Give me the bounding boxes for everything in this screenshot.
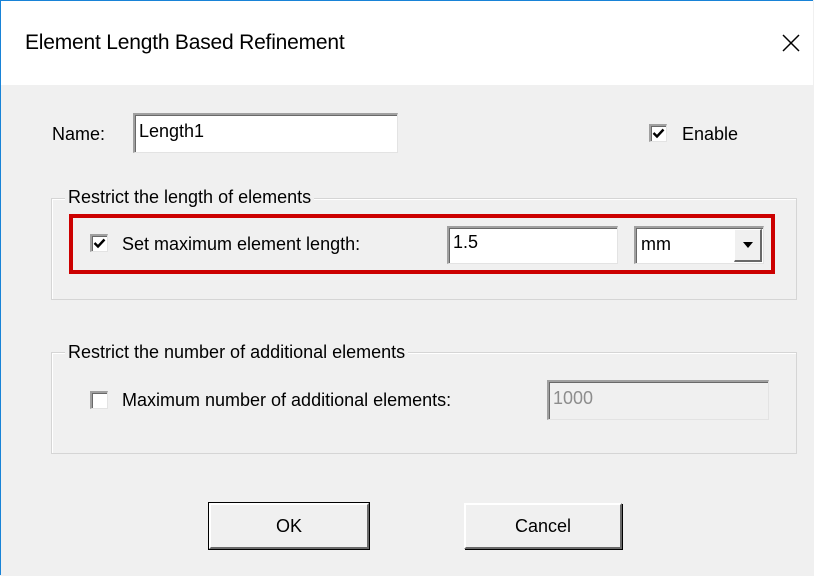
cancel-button-label: Cancel	[514, 515, 572, 536]
ok-button[interactable]: OK	[208, 502, 370, 550]
title-bar: Element Length Based Refinement	[1, 1, 813, 85]
max-length-input[interactable]: 1.5	[447, 226, 618, 264]
unit-select[interactable]: mm	[634, 226, 764, 264]
max-count-checkbox[interactable]	[90, 391, 108, 409]
close-icon	[782, 34, 800, 52]
cancel-button[interactable]: Cancel	[464, 503, 622, 549]
ok-button-label: OK	[275, 515, 302, 536]
enable-checkbox[interactable]	[649, 124, 667, 142]
checkmark-icon	[93, 238, 106, 249]
enable-label[interactable]: Enable	[682, 124, 738, 145]
checkmark-icon	[652, 128, 665, 139]
close-button[interactable]	[776, 28, 806, 58]
count-group-legend: Restrict the number of additional elemen…	[65, 342, 409, 363]
max-length-checkbox[interactable]	[90, 234, 108, 252]
length-group-legend: Restrict the length of elements	[65, 187, 315, 208]
unit-dropdown-button[interactable]	[734, 229, 762, 262]
chevron-down-icon	[742, 242, 753, 248]
name-input[interactable]: Length1	[133, 113, 398, 153]
max-length-label[interactable]: Set maximum element length:	[122, 234, 360, 255]
max-count-label[interactable]: Maximum number of additional elements:	[122, 390, 451, 411]
window-title: Element Length Based Refinement	[25, 31, 345, 54]
max-count-input[interactable]: 1000	[547, 380, 769, 420]
name-label: Name:	[52, 124, 106, 144]
unit-select-value: mm	[641, 234, 671, 254]
dialog-window: Element Length Based Refinement Name: Le…	[0, 0, 813, 575]
